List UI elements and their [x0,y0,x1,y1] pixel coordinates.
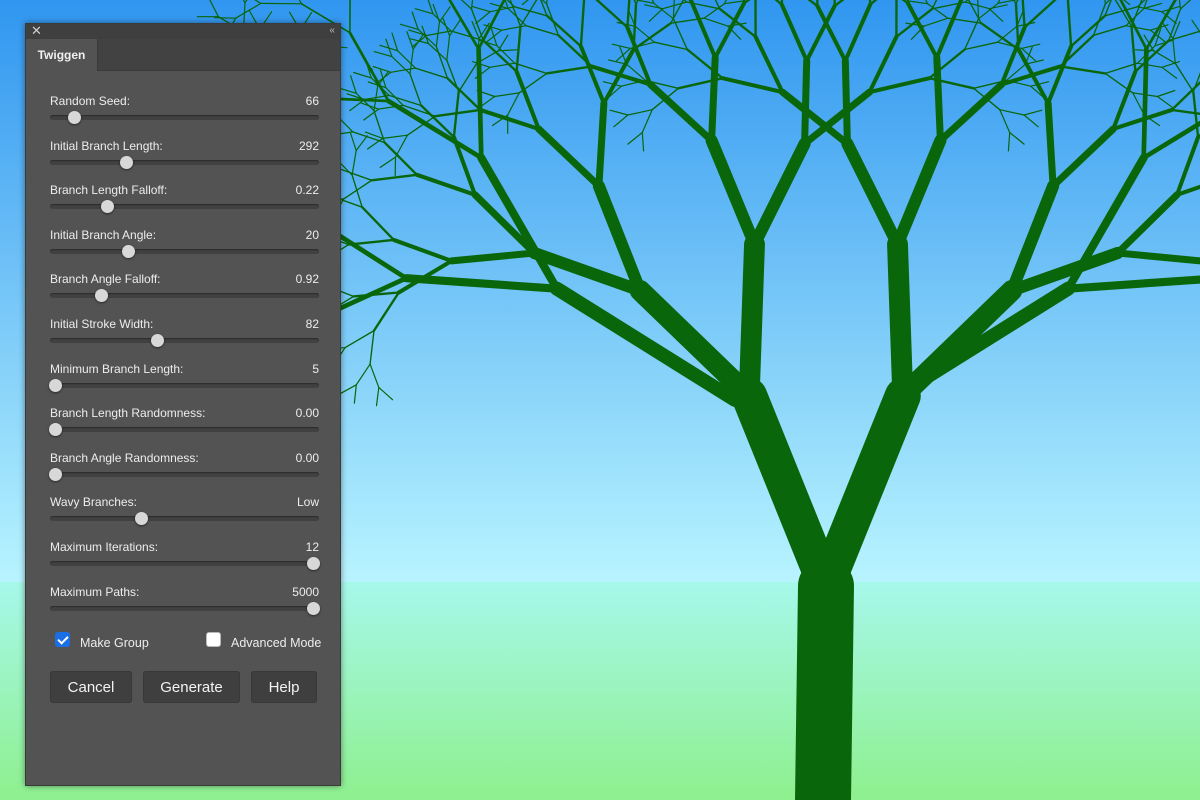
slider-value: 0.00 [295,450,319,465]
slider-label: Branch Angle Falloff: [50,272,161,287]
slider-track[interactable] [50,248,319,254]
slider-value: 66 [305,94,319,108]
slider-track[interactable] [50,382,319,388]
slider-track[interactable] [50,204,319,210]
slider-row: Branch Angle Randomness: 0.00 [48,450,319,491]
slider-value: 0.92 [295,272,319,287]
slider-track[interactable] [50,427,319,433]
panel-titlebar: ✕ ‹‹ [26,24,340,40]
slider-thumb[interactable] [134,512,148,526]
make-group-label: Make Group [80,636,149,650]
slider-thumb[interactable] [121,244,135,258]
slider-track[interactable] [50,115,319,120]
help-button[interactable]: Help [251,671,317,703]
tab-twiggen[interactable]: Twiggen [26,39,98,71]
slider-row: Minimum Branch Length: 5 [48,361,319,402]
slider-value: Low [296,495,319,510]
slider-label: Minimum Branch Length: [50,361,184,376]
slider-thumb[interactable] [151,334,165,347]
slider-thumb[interactable] [307,601,321,615]
slider-row: Branch Length Falloff: 0.22 [50,183,319,223]
slider-value: 5000 [292,584,319,599]
slider-track[interactable] [50,293,319,299]
slider-label: Branch Length Falloff: [50,183,168,198]
slider-row: Initial Stroke Width: 82 [50,317,319,357]
tab-strip: Twiggen [26,39,340,71]
slider-value: 5 [312,361,319,376]
slider-row: Maximum Iterations: 12 [50,540,321,580]
slider-thumb[interactable] [48,378,62,392]
twiggen-panel: ✕ ‹‹ Twiggen Random Seed: 66 Initial Branc… [25,23,341,786]
slider-label: Maximum Paths: [50,584,140,599]
slider-track[interactable] [50,338,319,343]
slider-label: Branch Angle Randomness: [50,450,199,465]
collapse-icon[interactable]: ‹‹ [329,24,335,38]
slider-thumb[interactable] [307,557,321,570]
slider-label: Branch Length Randomness: [50,406,206,421]
slider-row: Branch Length Randomness: 0.00 [48,406,319,446]
slider-track[interactable] [50,159,319,165]
cancel-button[interactable]: Cancel [50,671,132,703]
slider-label: Random Seed: [50,94,131,108]
slider-row: Wavy Branches: Low [50,495,319,535]
slider-value: 0.22 [295,183,319,198]
slider-row: Initial Branch Angle: 20 [50,228,319,268]
slider-label: Initial Branch Length: [50,138,163,153]
slider-row: Random Seed: 66 [50,94,319,134]
slider-track[interactable] [50,516,319,522]
slider-label: Initial Stroke Width: [50,317,154,331]
make-group-checkbox[interactable] [55,632,70,647]
slider-thumb[interactable] [120,155,134,169]
slider-thumb[interactable] [48,423,62,437]
slider-thumb[interactable] [101,200,115,214]
slider-row: Maximum Paths: 5000 [50,584,321,625]
generate-button[interactable]: Generate [143,671,240,703]
slider-thumb[interactable] [67,111,81,124]
slider-track[interactable] [50,561,319,566]
slider-value: 20 [305,227,319,242]
slider-row: Branch Angle Falloff: 0.92 [50,272,319,312]
advanced-mode-checkbox[interactable] [206,632,221,647]
slider-label: Wavy Branches: [50,495,137,510]
advanced-mode-label: Advanced Mode [231,636,322,650]
slider-row: Initial Branch Length: 292 [50,139,319,179]
slider-track[interactable] [50,605,319,611]
slider-label: Initial Branch Angle: [50,227,157,242]
slider-track[interactable] [50,471,319,477]
slider-value: 292 [298,138,319,153]
slider-label: Maximum Iterations: [50,540,159,554]
slider-value: 12 [305,540,319,554]
slider-thumb[interactable] [48,467,62,481]
slider-value: 0.00 [295,406,319,421]
slider-value: 82 [305,317,319,331]
close-icon[interactable]: ✕ [31,24,42,38]
slider-thumb[interactable] [94,289,108,303]
